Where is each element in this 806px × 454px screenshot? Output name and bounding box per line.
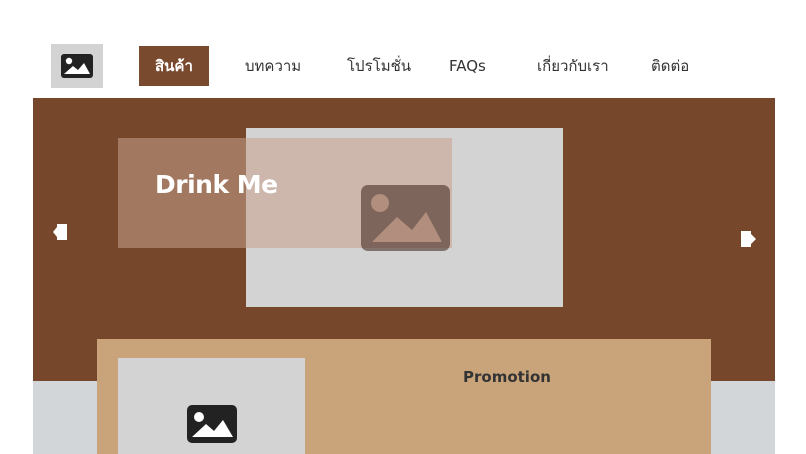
- arrow-left-icon[interactable]: [52, 223, 68, 241]
- image-placeholder-icon: [61, 54, 93, 78]
- promotion-title: Promotion: [463, 368, 551, 386]
- nav-item-faqs[interactable]: FAQs: [449, 46, 486, 86]
- nav-item-articles[interactable]: บทความ: [245, 46, 301, 86]
- image-placeholder-icon: [187, 405, 237, 443]
- nav-item-contact[interactable]: ติดต่อ: [651, 46, 689, 86]
- hero-title: Drink Me: [155, 170, 278, 199]
- nav-item-about[interactable]: เกี่ยวกับเรา: [537, 46, 609, 86]
- arrow-right-icon[interactable]: [740, 230, 757, 248]
- nav-item-promotions[interactable]: โปรโมชั่น: [347, 46, 411, 86]
- image-placeholder-icon: [361, 185, 450, 251]
- nav-item-products[interactable]: สินค้า: [139, 46, 209, 86]
- site-logo[interactable]: [51, 44, 103, 88]
